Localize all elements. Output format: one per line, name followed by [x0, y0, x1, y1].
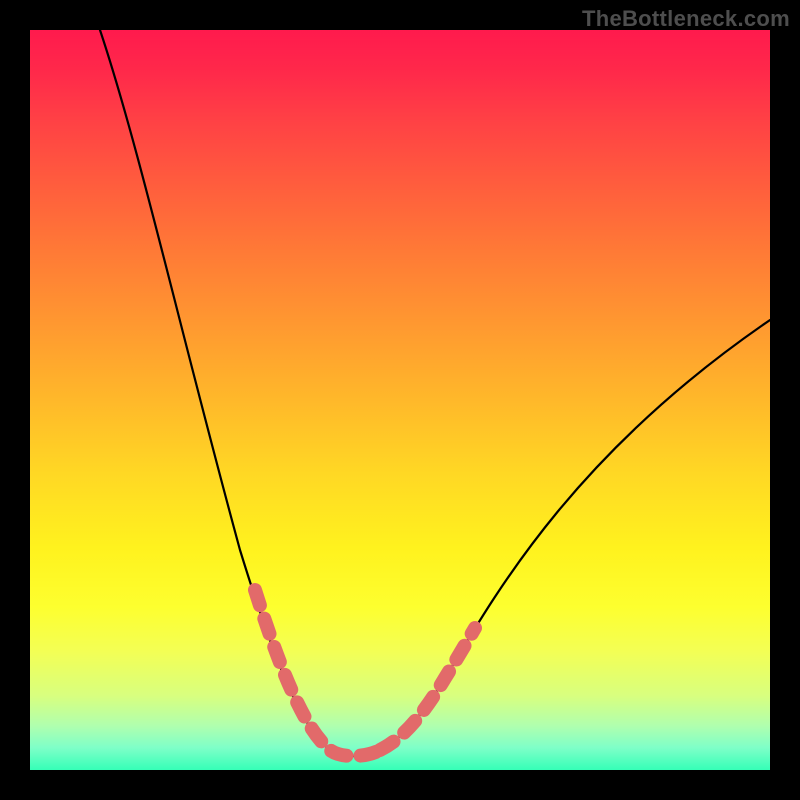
watermark-text: TheBottleneck.com: [582, 6, 790, 32]
bottleneck-curve: [30, 30, 770, 770]
curve-dash-left: [255, 590, 380, 756]
curve-dash-right: [380, 628, 475, 750]
plot-area: [30, 30, 770, 770]
chart-frame: TheBottleneck.com: [0, 0, 800, 800]
curve-path: [100, 30, 770, 756]
